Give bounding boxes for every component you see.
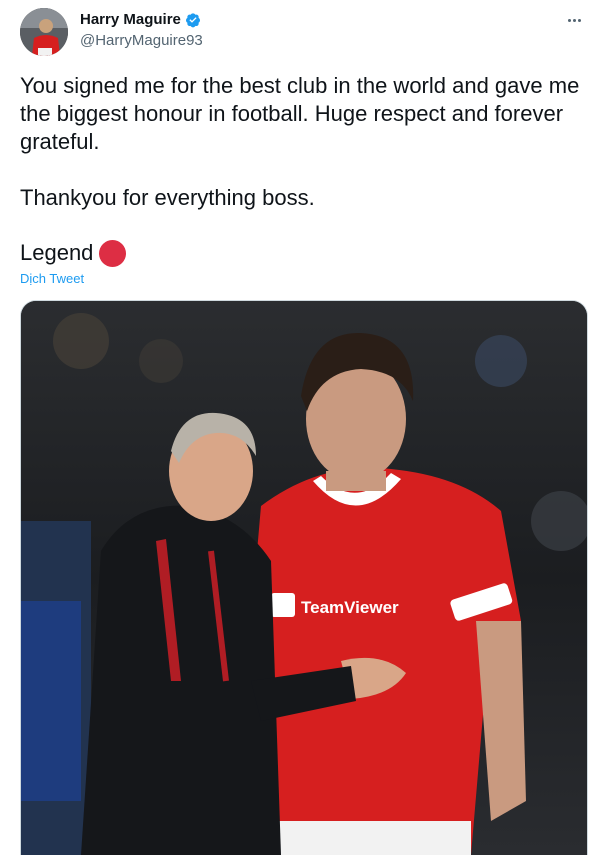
author-name-row: Harry Maguire [80, 11, 201, 28]
translate-tweet-link[interactable]: Dịch Tweet [20, 271, 84, 286]
tweet-paragraph-2: Thankyou for everything boss. [20, 185, 315, 210]
legend-word: Legend [20, 240, 94, 265]
avatar[interactable] [20, 8, 68, 56]
svg-text:TeamViewer: TeamViewer [301, 598, 399, 617]
more-options-ellipsis-icon[interactable] [564, 10, 584, 30]
author-display-name[interactable]: Harry Maguire [80, 11, 181, 28]
red-circle-emoji-icon [99, 239, 127, 267]
tweet-photo[interactable]: TeamViewer [20, 300, 588, 855]
tweet-container: Harry Maguire @HarryMaguire93 You signed… [0, 0, 600, 855]
tweet-legend-line: Legend [20, 238, 127, 268]
tweet-text: You signed me for the best club in the w… [20, 72, 580, 212]
tweet-paragraph-1: You signed me for the best club in the w… [20, 73, 586, 154]
verified-badge-icon [185, 12, 201, 28]
author-handle[interactable]: @HarryMaguire93 [80, 32, 203, 49]
profile-photo-icon [20, 8, 68, 56]
photo-two-men-embracing-icon: TeamViewer [21, 301, 587, 855]
